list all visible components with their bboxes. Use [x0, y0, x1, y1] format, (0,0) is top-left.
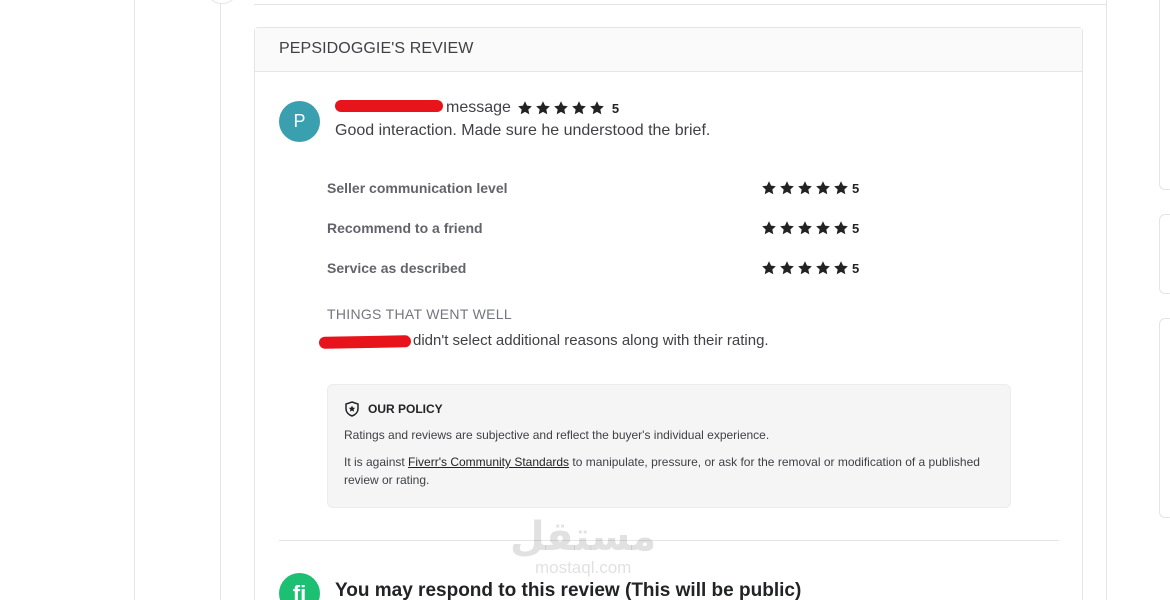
- star-icon: [816, 261, 830, 275]
- review-text: Good interaction. Made sure he understoo…: [335, 122, 711, 139]
- review-source: message: [446, 99, 511, 116]
- buyer-avatar[interactable]: P: [279, 101, 320, 142]
- star-icon: [762, 181, 776, 195]
- rating-label: Service as described: [327, 260, 467, 276]
- timeline-line: [220, 0, 221, 600]
- policy-heading: OUR POLICY: [344, 401, 994, 417]
- star-icon: [834, 221, 848, 235]
- policy-box: OUR POLICY Ratings and reviews are subje…: [327, 384, 1011, 508]
- rating-stars: 5: [761, 220, 859, 236]
- review-meta: message 5: [335, 98, 619, 118]
- outer-left-border: [134, 0, 135, 600]
- went-well-message: didn't select additional reasons along w…: [413, 332, 769, 349]
- rating-stars: 5: [761, 180, 859, 196]
- star-icon: [816, 221, 830, 235]
- star-icon: [798, 221, 812, 235]
- side-panel-card: [1159, 0, 1170, 190]
- star-icon: [762, 221, 776, 235]
- fiverr-logo: fi: [279, 573, 320, 600]
- went-well-text: didn't select additional reasons along w…: [318, 332, 769, 349]
- rating-value: 5: [852, 260, 860, 276]
- policy-text-before: It is against: [344, 455, 409, 469]
- page: PEPSIDOGGIE'S REVIEW P message 5 Good in…: [0, 0, 1170, 600]
- redacted-buyer-name: [318, 334, 412, 349]
- rating-row-recommend: Recommend to a friend 5: [327, 218, 867, 238]
- went-well-title: THINGS THAT WENT WELL: [327, 306, 512, 322]
- policy-text-standards: It is against Fiverr's Community Standar…: [344, 453, 994, 489]
- shield-icon: [345, 401, 359, 417]
- star-icon: [536, 101, 550, 115]
- review-card: PEPSIDOGGIE'S REVIEW P message 5 Good in…: [254, 27, 1083, 600]
- timeline-avatar: [205, 0, 239, 4]
- star-icon: [518, 101, 532, 115]
- star-icon: [780, 261, 794, 275]
- rating-stars: 5: [761, 260, 859, 276]
- star-icon: [834, 181, 848, 195]
- star-icon: [798, 261, 812, 275]
- redacted-buyer-name: [335, 100, 443, 112]
- rating-row-communication: Seller communication level 5: [327, 178, 867, 198]
- rating-label: Seller communication level: [327, 180, 508, 196]
- star-icon: [798, 181, 812, 195]
- star-icon: [834, 261, 848, 275]
- review-header: PEPSIDOGGIE'S REVIEW: [255, 28, 1082, 72]
- top-divider: [254, 4, 1106, 5]
- policy-title: OUR POLICY: [368, 402, 443, 416]
- community-standards-link[interactable]: Fiverr's Community Standards: [408, 455, 569, 469]
- rating-value: 5: [852, 180, 860, 196]
- overall-stars: [517, 100, 605, 116]
- star-icon: [762, 261, 776, 275]
- rating-value: 5: [852, 220, 860, 236]
- star-icon: [554, 101, 568, 115]
- rating-label: Recommend to a friend: [327, 220, 483, 236]
- overall-rating-value: 5: [611, 100, 620, 116]
- star-icon: [816, 181, 830, 195]
- star-icon: [780, 181, 794, 195]
- rating-row-service: Service as described 5: [327, 258, 867, 278]
- respond-title: You may respond to this review (This wil…: [335, 580, 802, 600]
- star-icon: [780, 221, 794, 235]
- star-icon: [590, 101, 604, 115]
- policy-text: Ratings and reviews are subjective and r…: [344, 428, 770, 442]
- star-icon: [572, 101, 586, 115]
- side-panel-card: [1159, 214, 1170, 294]
- outer-right-border: [1106, 0, 1107, 600]
- side-panel-card: [1159, 318, 1170, 518]
- section-divider: [279, 540, 1059, 541]
